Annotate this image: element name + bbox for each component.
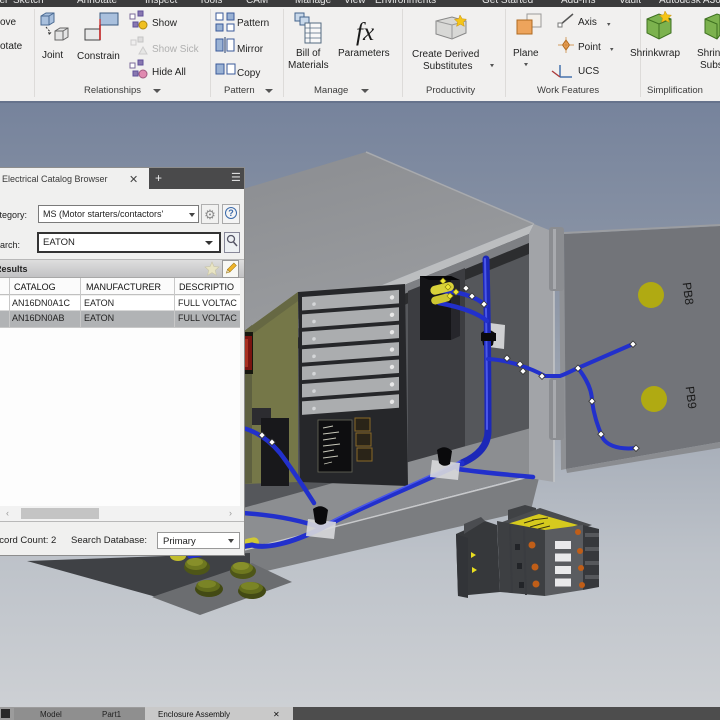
svg-text:fx: fx — [356, 19, 374, 46]
svg-text:PB8: PB8 — [680, 281, 697, 306]
svg-text:PB9: PB9 — [683, 385, 700, 410]
